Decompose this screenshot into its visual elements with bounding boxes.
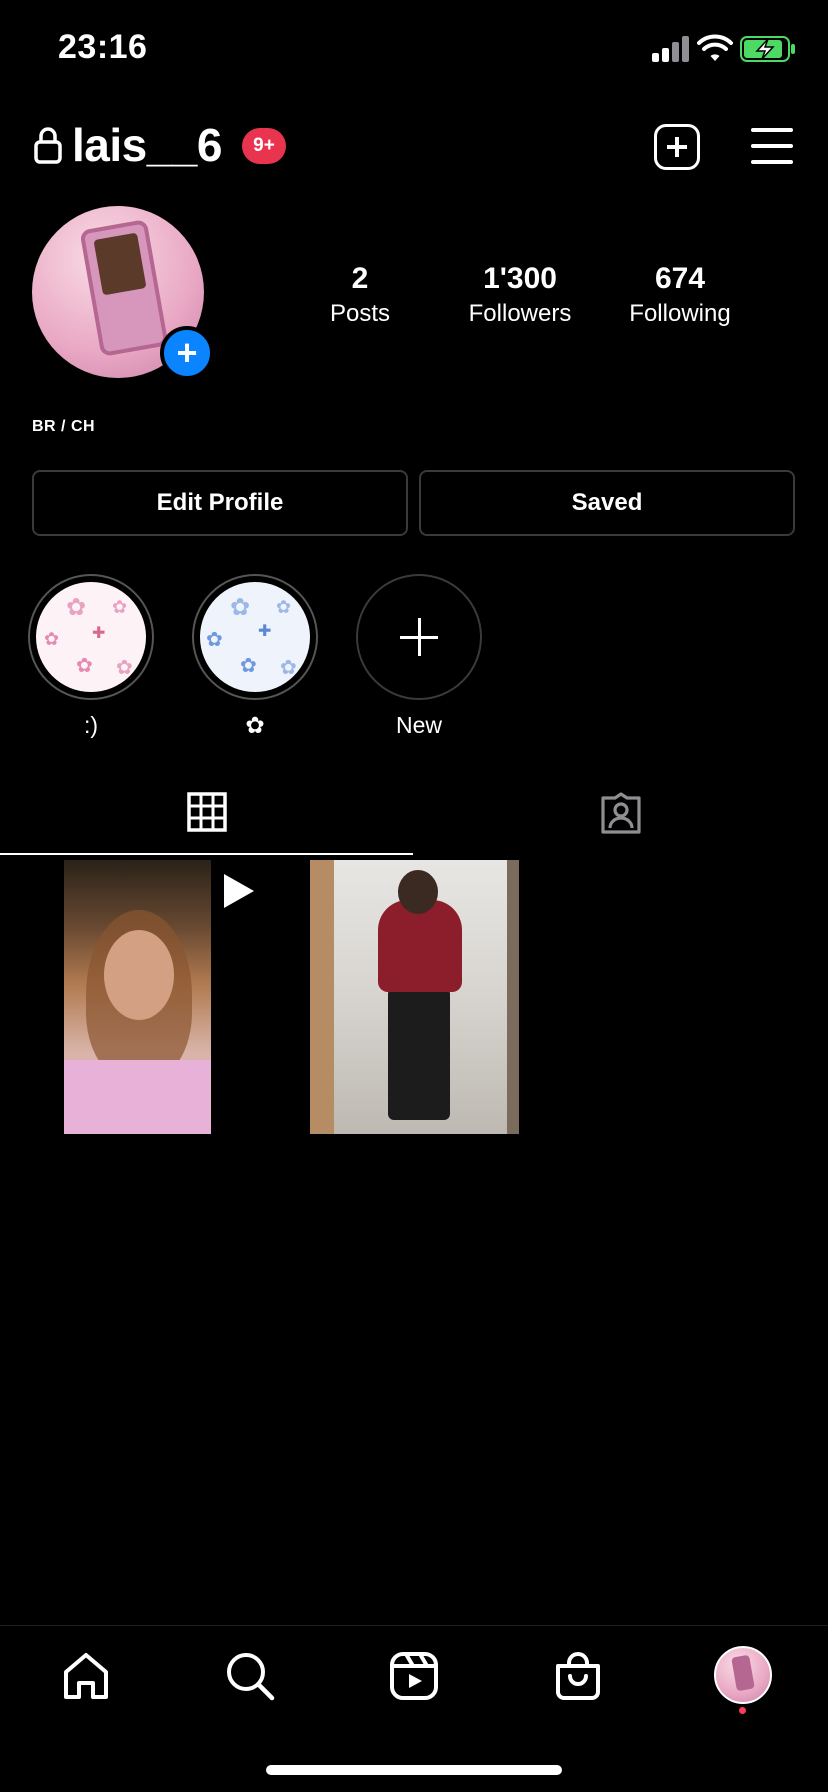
profile-nav-avatar[interactable] (714, 1646, 772, 1704)
nav-divider (0, 1625, 828, 1626)
followers-label: Followers (468, 300, 572, 327)
create-post-icon[interactable] (654, 124, 700, 170)
stat-posts[interactable]: 2 Posts (290, 262, 430, 328)
grid-tab-icon[interactable] (187, 792, 227, 832)
battery-charging-icon (740, 36, 795, 62)
post-thumbnail-2[interactable] (310, 860, 519, 1134)
stat-followers[interactable]: 1'300 Followers (450, 262, 590, 328)
shop-icon[interactable] (552, 1650, 604, 1702)
stat-following[interactable]: 674 Following (610, 262, 750, 328)
home-icon[interactable] (60, 1650, 112, 1702)
home-indicator[interactable] (266, 1765, 562, 1775)
search-icon[interactable] (224, 1650, 276, 1702)
highlight-cover-1[interactable]: ✿ ✿ ✿ ✚ ✿ ✿ (28, 574, 154, 700)
new-highlight-button[interactable] (356, 574, 482, 700)
posts-count: 2 (351, 262, 369, 295)
profile-bio: BR / CH (32, 418, 96, 435)
profile-username[interactable]: lais__6 (72, 118, 222, 172)
add-story-plus-icon[interactable]: + (160, 326, 214, 380)
active-tab-indicator (0, 853, 413, 855)
flower-pattern-blue: ✿ ✿ ✿ ✚ ✿ ✿ (200, 582, 310, 692)
edit-profile-button[interactable]: Edit Profile (32, 470, 408, 536)
notification-badge[interactable]: 9+ (242, 128, 286, 164)
highlight-label-1: :) (83, 712, 99, 738)
following-label: Following (629, 300, 731, 327)
status-time: 23:16 (58, 28, 148, 66)
posts-label: Posts (329, 300, 391, 327)
reel-play-icon (224, 874, 254, 908)
highlight-cover-2[interactable]: ✿ ✿ ✿ ✚ ✿ ✿ (192, 574, 318, 700)
following-count: 674 (654, 262, 706, 295)
wifi-icon (697, 34, 733, 61)
highlight-label-new: New (395, 712, 442, 738)
tagged-tab-icon[interactable] (599, 792, 643, 834)
cellular-signal-icon (652, 36, 692, 62)
profile-notification-dot (739, 1707, 746, 1714)
flower-pattern-pink: ✿ ✿ ✿ ✚ ✿ ✿ (36, 582, 146, 692)
highlight-label-2: ✿ (245, 712, 265, 738)
post-thumbnail-1[interactable] (64, 860, 211, 1134)
saved-button[interactable]: Saved (419, 470, 795, 536)
followers-count: 1'300 (483, 262, 557, 295)
lock-icon (34, 127, 62, 164)
hamburger-menu-icon[interactable] (751, 128, 793, 164)
reels-icon[interactable] (388, 1650, 440, 1702)
